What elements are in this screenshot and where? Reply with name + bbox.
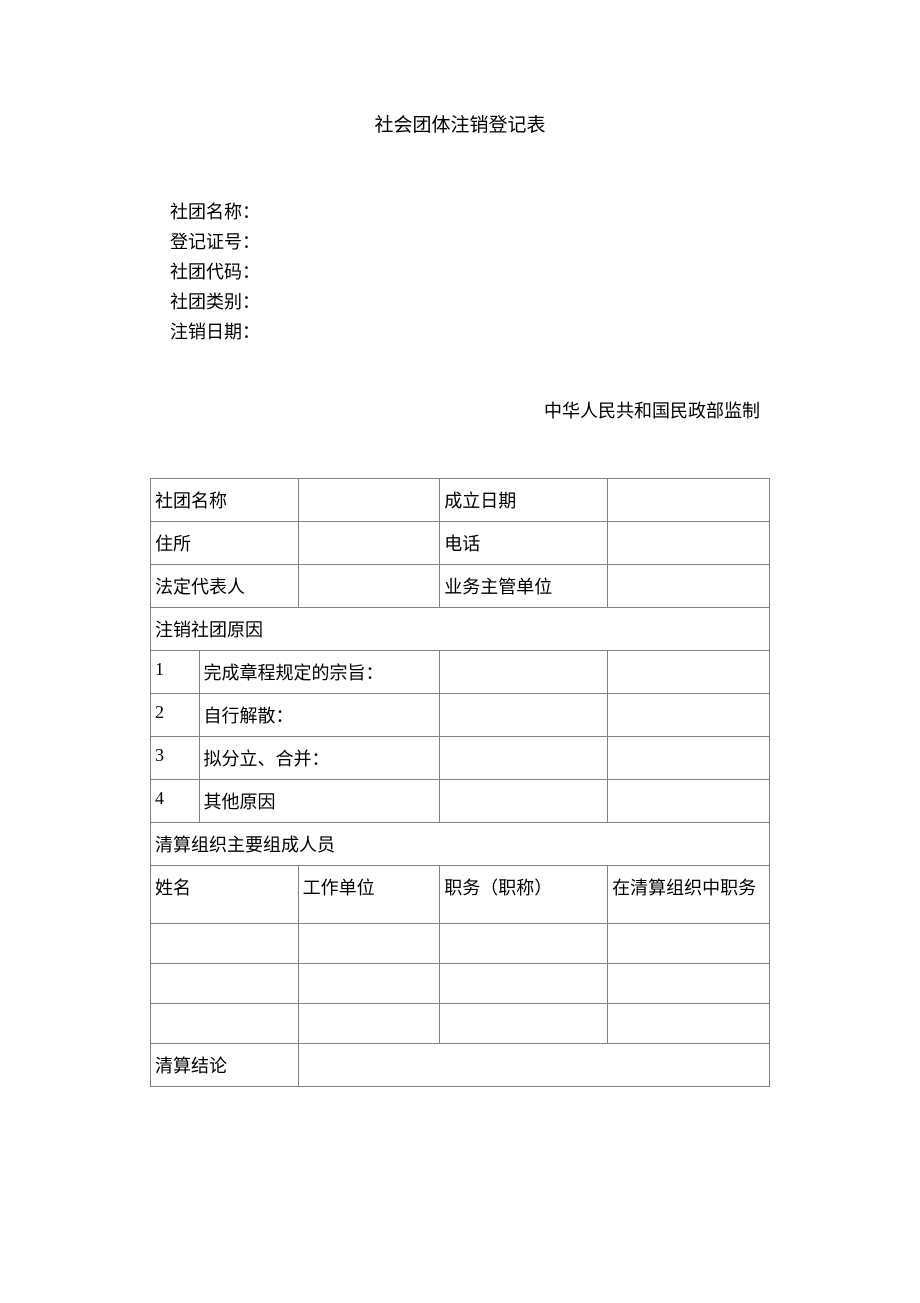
member-3-position [440, 1004, 608, 1044]
table-row-member-1 [151, 924, 770, 964]
members-col-role: 在清算组织中职务 [608, 866, 770, 924]
reason-label-4: 其他原因 [199, 780, 440, 823]
value-establish-date [608, 479, 770, 522]
table-row-conclusion: 清算结论 [151, 1044, 770, 1087]
table-row-members-cols: 姓名 工作单位 职务（职称） 在清算组织中职务 [151, 866, 770, 924]
reason-num-4: 4 [151, 780, 200, 823]
member-3-unit [298, 1004, 440, 1044]
reason-label-2: 自行解散： [199, 694, 440, 737]
label-establish-date: 成立日期 [440, 479, 608, 522]
table-row-member-2 [151, 964, 770, 1004]
members-col-position: 职务（职称） [440, 866, 608, 924]
member-1-role [608, 924, 770, 964]
label-phone: 电话 [440, 522, 608, 565]
registration-table: 社团名称 成立日期 住所 电话 法定代表人 业务主管单位 注销社团原因 1 完成… [150, 478, 770, 1087]
table-row-members-header: 清算组织主要组成人员 [151, 823, 770, 866]
field-org-code: 社团代码： [170, 257, 770, 287]
table-row-reason-3: 3 拟分立、合并： [151, 737, 770, 780]
label-members-header: 清算组织主要组成人员 [151, 823, 770, 866]
table-row-basic-1: 社团名称 成立日期 [151, 479, 770, 522]
label-conclusion: 清算结论 [151, 1044, 299, 1087]
reason-num-2: 2 [151, 694, 200, 737]
reason-label-1: 完成章程规定的宗旨： [199, 651, 440, 694]
label-address: 住所 [151, 522, 299, 565]
reason-val2-4 [608, 780, 770, 823]
table-row-member-3 [151, 1004, 770, 1044]
label-org-name: 社团名称 [151, 479, 299, 522]
table-row-reason-1: 1 完成章程规定的宗旨： [151, 651, 770, 694]
members-col-unit: 工作单位 [298, 866, 440, 924]
reason-val2-3 [608, 737, 770, 780]
reason-val1-4 [440, 780, 608, 823]
member-3-role [608, 1004, 770, 1044]
value-conclusion [298, 1044, 769, 1087]
member-2-unit [298, 964, 440, 1004]
field-org-category: 社团类别： [170, 287, 770, 317]
field-org-name: 社团名称： [170, 197, 770, 227]
members-col-name: 姓名 [151, 866, 299, 924]
value-address [298, 522, 440, 565]
field-cancel-date: 注销日期： [170, 317, 770, 347]
reason-val1-3 [440, 737, 608, 780]
member-1-position [440, 924, 608, 964]
table-row-basic-2: 住所 电话 [151, 522, 770, 565]
reason-num-1: 1 [151, 651, 200, 694]
member-2-position [440, 964, 608, 1004]
table-row-reason-4: 4 其他原因 [151, 780, 770, 823]
value-org-name [298, 479, 440, 522]
reason-val2-1 [608, 651, 770, 694]
value-legal-rep [298, 565, 440, 608]
table-row-reason-2: 2 自行解散： [151, 694, 770, 737]
label-legal-rep: 法定代表人 [151, 565, 299, 608]
label-supervisory-unit: 业务主管单位 [440, 565, 608, 608]
value-supervisory-unit [608, 565, 770, 608]
header-fields-block: 社团名称： 登记证号： 社团代码： 社团类别： 注销日期： [170, 197, 770, 347]
table-row-basic-3: 法定代表人 业务主管单位 [151, 565, 770, 608]
reason-val1-2 [440, 694, 608, 737]
document-title: 社会团体注销登记表 [150, 110, 770, 137]
table-row-reason-header: 注销社团原因 [151, 608, 770, 651]
member-2-role [608, 964, 770, 1004]
member-3-name [151, 1004, 299, 1044]
supervisor-line: 中华人民共和国民政部监制 [150, 397, 760, 423]
member-1-name [151, 924, 299, 964]
member-2-name [151, 964, 299, 1004]
label-cancel-reason-header: 注销社团原因 [151, 608, 770, 651]
reason-val1-1 [440, 651, 608, 694]
member-1-unit [298, 924, 440, 964]
reason-label-3: 拟分立、合并： [199, 737, 440, 780]
reason-val2-2 [608, 694, 770, 737]
reason-num-3: 3 [151, 737, 200, 780]
value-phone [608, 522, 770, 565]
field-reg-no: 登记证号： [170, 227, 770, 257]
